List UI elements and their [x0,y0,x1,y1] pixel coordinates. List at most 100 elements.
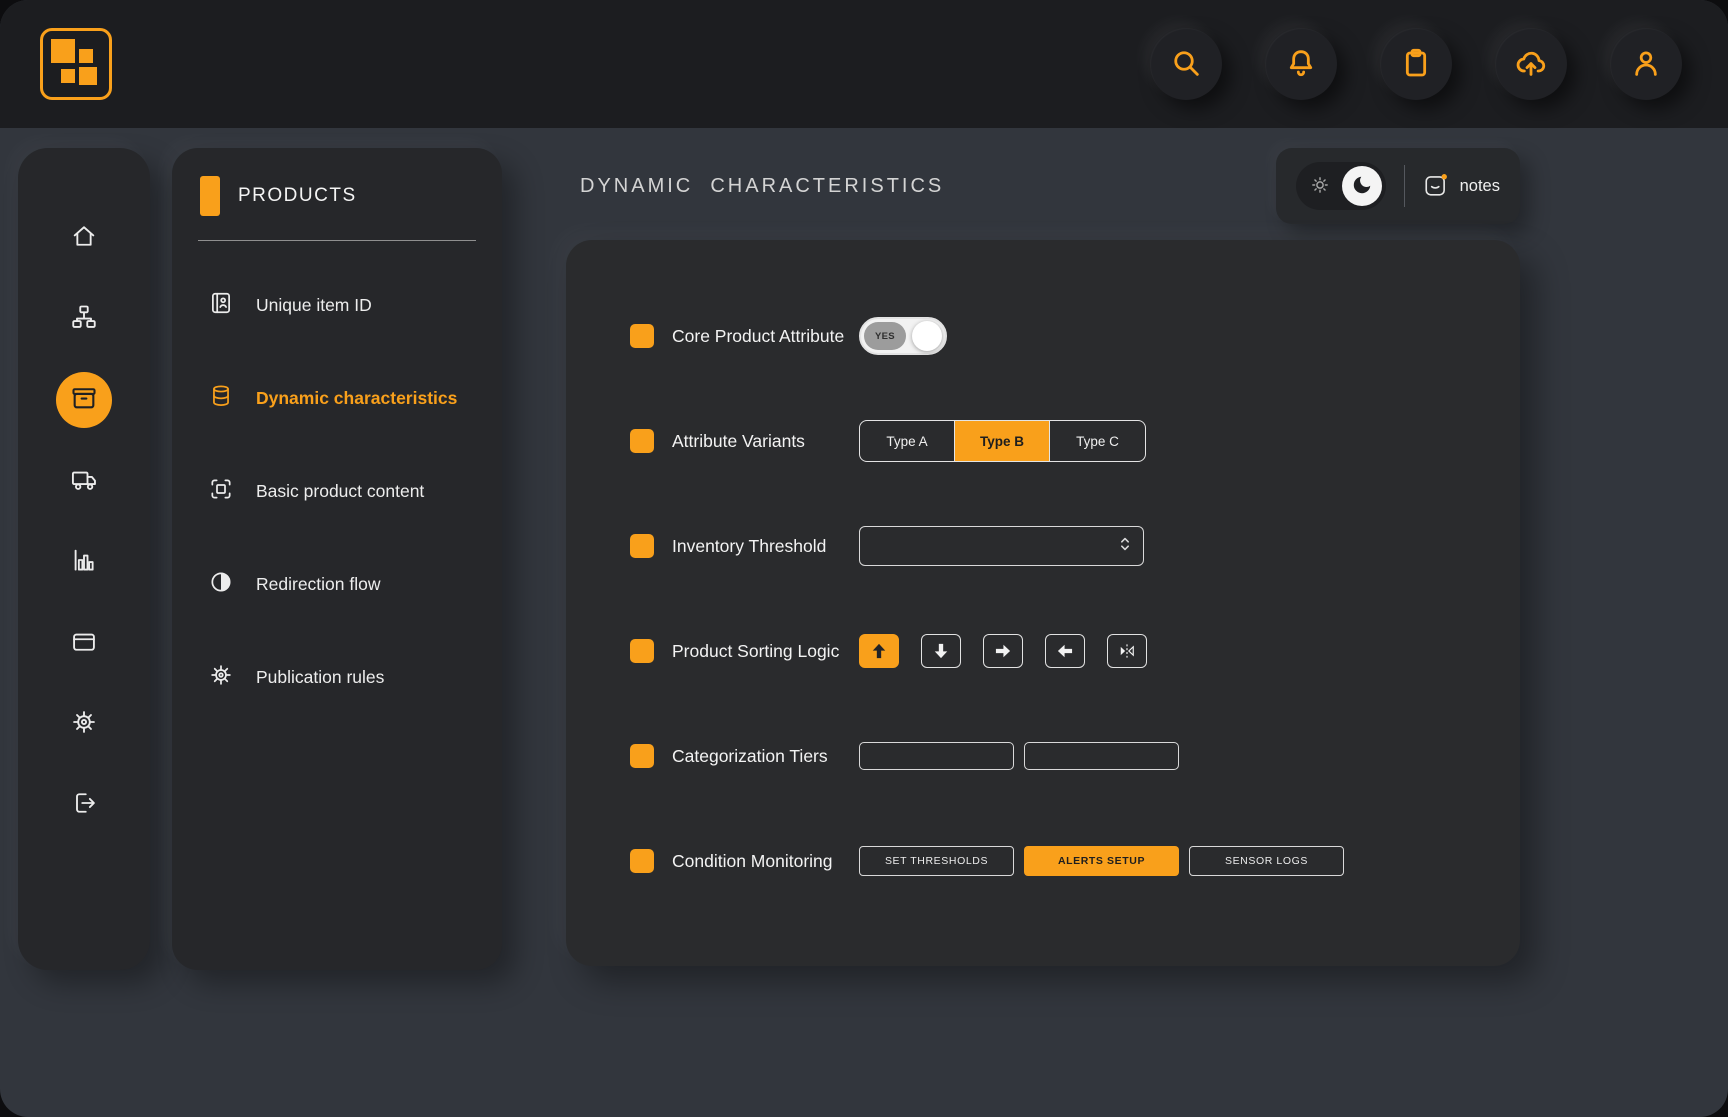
product-sorting-logic-checkbox[interactable] [630,639,654,663]
scan-frame-icon [208,476,234,507]
menu-item-label: Redirection flow [256,574,381,595]
menu-item-publication-rules[interactable]: Publication rules [198,653,476,701]
app-logo[interactable] [40,28,112,100]
rail-item-logout[interactable] [56,776,112,832]
sort-right-button[interactable] [983,634,1023,668]
arrow-left-icon [1055,641,1075,661]
arrow-down-icon [931,641,951,661]
sorting-buttons [859,634,1147,668]
segment-type-b[interactable]: Type B [955,421,1050,461]
form-row-attribute-variants: Attribute Variants Type A Type B Type C [630,417,1520,465]
rail-item-home[interactable] [56,210,112,266]
settings-gear-icon [70,708,98,739]
cloud-upload-icon [1515,47,1547,82]
half-circle-icon [208,569,234,600]
hierarchy-icon [70,303,98,334]
upload-button[interactable] [1495,28,1567,100]
sort-up-button[interactable] [859,634,899,668]
content-area: PRODUCTS Unique item ID Dynamic characte… [0,128,1728,1117]
logo-square [51,39,75,63]
select-caret-icon [1117,535,1133,558]
row-label: Inventory Threshold [672,536,859,557]
condition-buttons: SET THRESHOLDS ALERTS SETUP SENSOR LOGS [859,846,1344,876]
arrow-up-icon [869,641,889,661]
user-icon [1630,47,1662,82]
menu-item-basic-product-content[interactable]: Basic product content [198,467,476,515]
form-row-categorization-tiers: Categorization Tiers [630,732,1520,780]
row-label: Product Sorting Logic [672,641,859,662]
products-box-icon [70,384,98,415]
form-row-product-sorting-logic: Product Sorting Logic [630,627,1520,675]
home-icon [70,222,98,253]
row-label: Attribute Variants [672,431,859,452]
logout-icon [70,789,98,820]
rail-item-products[interactable] [56,372,112,428]
categorization-tiers-checkbox[interactable] [630,744,654,768]
dynamic-characteristics-card: Core Product Attribute YES Attribute Var… [566,240,1520,966]
id-card-icon [208,290,234,321]
notifications-button[interactable] [1265,28,1337,100]
toggle-knob [912,321,942,351]
tier-two-input[interactable] [1024,742,1179,770]
inventory-threshold-checkbox[interactable] [630,534,654,558]
core-product-attribute-checkbox[interactable] [630,324,654,348]
panel-accent-mark [200,176,220,216]
flip-horizontal-icon [1117,641,1137,661]
rail-item-hierarchy[interactable] [56,291,112,347]
sort-down-button[interactable] [921,634,961,668]
theme-dark-button[interactable] [1342,166,1382,206]
rail-item-settings[interactable] [56,695,112,751]
logo-square [61,69,75,83]
notes-button[interactable]: notes [1423,172,1500,201]
header [0,0,1728,128]
menu-item-redirection-flow[interactable]: Redirection flow [198,560,476,608]
header-actions [1150,28,1682,100]
clipboard-button[interactable] [1380,28,1452,100]
row-label: Categorization Tiers [672,746,859,767]
bar-chart-icon [70,546,98,577]
arrow-right-icon [993,641,1013,661]
menu-item-label: Dynamic characteristics [256,388,457,409]
segment-type-c[interactable]: Type C [1050,421,1145,461]
condition-monitoring-checkbox[interactable] [630,849,654,873]
gear-icon [208,662,234,693]
search-button[interactable] [1150,28,1222,100]
attribute-variants-checkbox[interactable] [630,429,654,453]
row-label: Condition Monitoring [672,851,859,872]
main-top-bar: DYNAMIC CHARACTERISTICS [566,148,1520,224]
inventory-threshold-select[interactable] [859,526,1144,566]
sort-flip-button[interactable] [1107,634,1147,668]
search-icon [1170,47,1202,82]
menu-item-label: Publication rules [256,667,384,688]
theme-light-button[interactable] [1300,166,1340,206]
core-product-attribute-toggle[interactable]: YES [859,317,947,355]
logo-square [79,49,93,63]
segment-type-a[interactable]: Type A [860,421,955,461]
icon-rail [18,148,150,970]
set-thresholds-button[interactable]: SET THRESHOLDS [859,846,1014,876]
attribute-variants-segmented: Type A Type B Type C [859,420,1146,462]
form-row-inventory-threshold: Inventory Threshold [630,522,1520,570]
menu-item-dynamic-characteristics[interactable]: Dynamic characteristics [198,374,476,422]
sort-left-button[interactable] [1045,634,1085,668]
tier-one-input[interactable] [859,742,1014,770]
clipboard-icon [1400,47,1432,82]
notes-label: notes [1460,177,1500,196]
row-label: Core Product Attribute [672,326,859,347]
rail-item-analytics[interactable] [56,534,112,590]
rail-item-delivery[interactable] [56,453,112,509]
panel-title: PRODUCTS [238,185,357,207]
tier-inputs [859,742,1179,770]
moon-icon [1351,174,1373,199]
alerts-setup-button[interactable]: ALERTS SETUP [1024,846,1179,876]
sensor-logs-button[interactable]: SENSOR LOGS [1189,846,1344,876]
menu-item-unique-item-id[interactable]: Unique item ID [198,281,476,329]
profile-button[interactable] [1610,28,1682,100]
panel-divider [198,240,476,241]
rail-item-wallet[interactable] [56,614,112,670]
top-controls: notes [1276,148,1520,224]
app-window: PRODUCTS Unique item ID Dynamic characte… [0,0,1728,1117]
toggle-state-label: YES [864,322,906,350]
notes-smiley-icon [1423,172,1449,201]
theme-toggle [1296,162,1386,210]
